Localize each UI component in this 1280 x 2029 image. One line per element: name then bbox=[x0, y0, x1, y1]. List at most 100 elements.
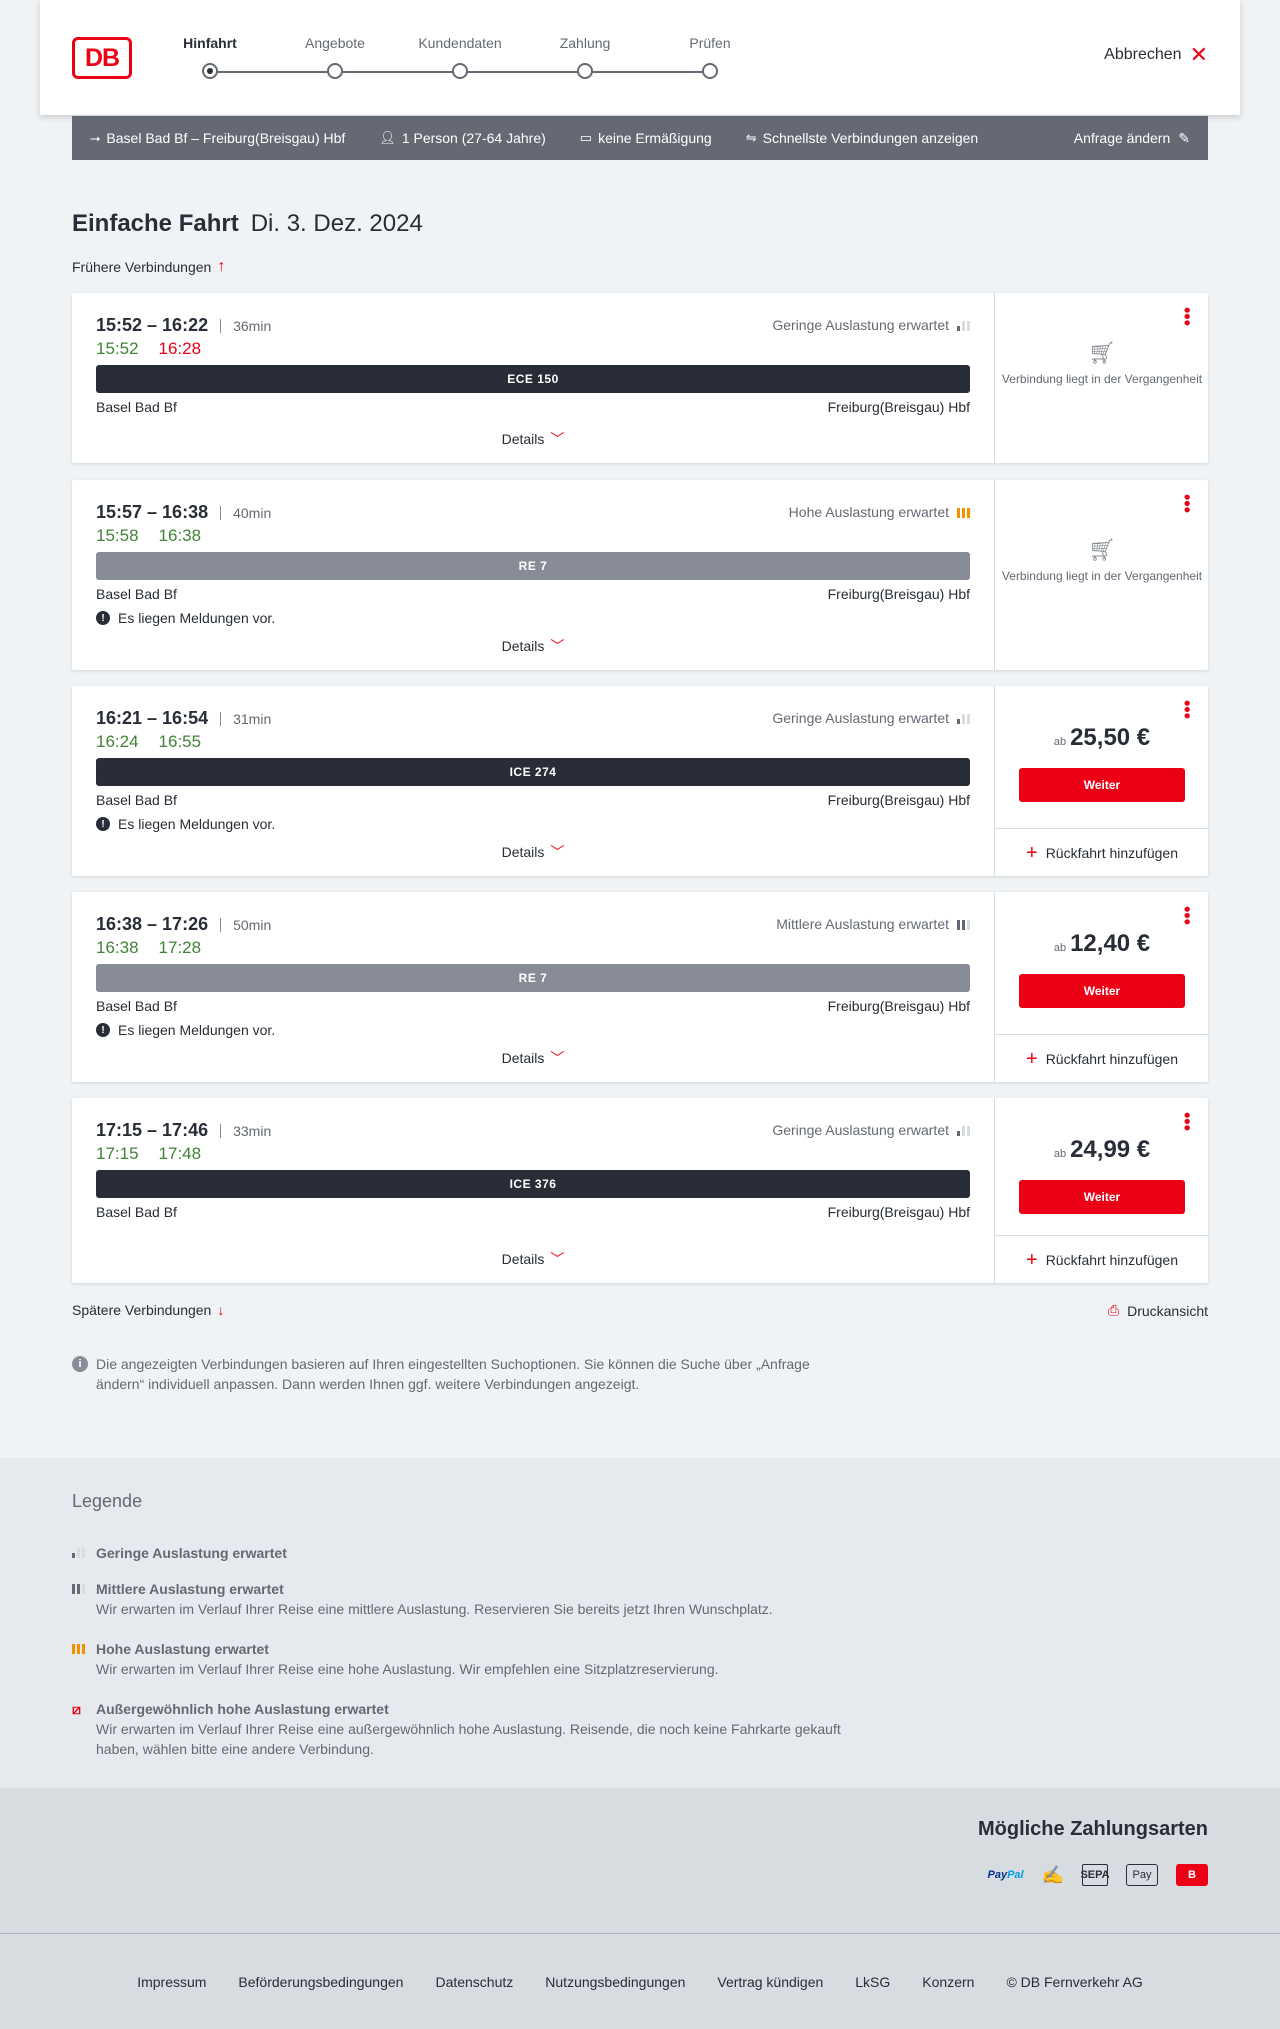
departure-station: Basel Bad Bf bbox=[96, 792, 177, 808]
realtime-times: 17:15 17:48 bbox=[96, 1144, 201, 1164]
header: DB Hinfahrt Angebote Kundendaten Zahlung Prü… bbox=[40, 0, 1240, 115]
trip-type: Einfache Fahrt bbox=[72, 210, 239, 237]
continue-button[interactable]: Weiter bbox=[1019, 768, 1185, 802]
duration: 33min bbox=[220, 1123, 271, 1138]
persons-summary: 👤︎ 1 Person (27-64 Jahre) bbox=[379, 130, 545, 146]
db-logo[interactable]: DB bbox=[72, 37, 132, 79]
add-return-button[interactable]: + Rückfahrt hinzufügen bbox=[995, 1235, 1209, 1283]
details-toggle[interactable]: Details ﹀ bbox=[72, 1048, 994, 1068]
add-return-label: Rückfahrt hinzufügen bbox=[1045, 1050, 1178, 1067]
continue-button[interactable]: Weiter bbox=[1019, 1180, 1185, 1214]
connection-details: 16:21 – 16:54 31min 16:24 16:55 Geringe Au… bbox=[72, 686, 994, 876]
train-bar[interactable]: RE 7 bbox=[96, 964, 970, 992]
legend-item-desc: Wir erwarten im Verlauf Ihrer Reise eine… bbox=[96, 1661, 719, 1677]
connection-details: 15:52 – 16:22 36min 15:52 16:28 Geringe Au… bbox=[72, 293, 994, 463]
past-connection-note: 🛒︎ Verbindung liegt in der Vergangenheit bbox=[995, 539, 1209, 585]
disruption-message: ! Es liegen Meldungen vor. bbox=[96, 610, 275, 626]
details-toggle[interactable]: Details ﹀ bbox=[72, 1249, 994, 1269]
scheduled-times: 15:52 – 16:22 36min bbox=[96, 315, 271, 336]
message-text: Es liegen Meldungen vor. bbox=[118, 610, 276, 626]
search-summary-bar: ⭢ Basel Bad Bf – Freiburg(Breisgau) Hbf 👤… bbox=[72, 116, 1208, 160]
info-icon: i bbox=[72, 1356, 88, 1372]
footer-link[interactable]: Vertrag kündigen bbox=[717, 1974, 823, 1990]
step-3: Zahlung bbox=[525, 35, 645, 79]
alert-icon: ! bbox=[96, 1023, 110, 1037]
disruption-message: ! Es liegen Meldungen vor. bbox=[96, 1022, 275, 1038]
occupancy-text: Mittlere Auslastung erwartet bbox=[776, 916, 949, 932]
legend-item-extreme: ⧄ Außergewöhnlich hohe Auslastung erwarte… bbox=[72, 1699, 852, 1759]
more-options-icon[interactable]: ••• bbox=[1177, 700, 1197, 719]
offer-panel: ••• 🛒︎ Verbindung liegt in der Vergangenh… bbox=[994, 480, 1208, 670]
step-label: Angebote bbox=[305, 35, 365, 51]
stations: Basel Bad Bf Freiburg(Breisgau) Hbf bbox=[96, 1204, 970, 1220]
times-text: 16:38 – 17:26 bbox=[96, 914, 209, 934]
footer-link[interactable]: Beförderungsbedingungen bbox=[238, 1974, 403, 1990]
sepa-icon: SEPA bbox=[1080, 1864, 1110, 1886]
details-label: Details bbox=[501, 1251, 545, 1267]
route-summary: ⭢ Basel Bad Bf – Freiburg(Breisgau) Hbf bbox=[90, 130, 345, 146]
details-toggle[interactable]: Details ﹀ bbox=[72, 429, 994, 449]
scheduled-times: 15:57 – 16:38 40min bbox=[96, 502, 271, 523]
cancel-button[interactable]: Abbrechen ✕ bbox=[1104, 42, 1208, 67]
printer-icon: ⎙ bbox=[1107, 1302, 1120, 1318]
close-icon: ✕ bbox=[1189, 42, 1208, 67]
connection-card: 15:57 – 16:38 40min 15:58 16:38 Hohe Ausla… bbox=[72, 480, 1208, 670]
train-bar[interactable]: ICE 274 bbox=[96, 758, 970, 786]
page: DB Hinfahrt Angebote Kundendaten Zahlung Prü… bbox=[0, 0, 1280, 2029]
price-value: 24,99 € bbox=[1070, 1136, 1151, 1163]
add-return-button[interactable]: + Rückfahrt hinzufügen bbox=[995, 828, 1209, 876]
price-value: 25,50 € bbox=[1070, 724, 1151, 751]
realtime-departure: 15:52 bbox=[96, 339, 139, 358]
realtime-arrival: 16:55 bbox=[158, 732, 202, 751]
details-toggle[interactable]: Details ﹀ bbox=[72, 842, 994, 862]
train-bar[interactable]: ECE 150 bbox=[96, 365, 970, 393]
edit-request-button[interactable]: Anfrage ändern ✎ bbox=[1074, 130, 1190, 147]
details-label: Details bbox=[501, 844, 545, 860]
footer-link[interactable]: Konzern bbox=[922, 1974, 974, 1990]
add-return-button[interactable]: + Rückfahrt hinzufügen bbox=[995, 1034, 1209, 1082]
price: ab 12,40 € bbox=[995, 930, 1209, 958]
later-connections-link[interactable]: Spätere Verbindungen ↓ bbox=[72, 1302, 224, 1318]
footer-link[interactable]: Impressum bbox=[137, 1974, 206, 1990]
connection-card: 16:21 – 16:54 31min 16:24 16:55 Geringe Au… bbox=[72, 686, 1209, 876]
details-label: Details bbox=[501, 1050, 545, 1066]
footer-link[interactable]: Nutzungsbedingungen bbox=[545, 1974, 685, 1990]
chevron-down-icon: ﹀ bbox=[550, 1251, 565, 1267]
plus-icon: + bbox=[1026, 1047, 1038, 1070]
more-options-icon[interactable]: ••• bbox=[1177, 307, 1197, 326]
more-options-icon[interactable]: ••• bbox=[1177, 906, 1197, 925]
payment-title: Mögliche Zahlungsarten bbox=[977, 1818, 1208, 1840]
price: ab 24,99 € bbox=[995, 1136, 1209, 1164]
price: ab 25,50 € bbox=[995, 724, 1209, 752]
connection-card: 16:38 – 17:26 50min 16:38 17:28 Mittlere A… bbox=[72, 892, 1209, 1082]
step-0: Hinfahrt bbox=[150, 35, 270, 79]
footer-link[interactable]: LkSG bbox=[855, 1974, 890, 1990]
step-dot bbox=[452, 63, 468, 79]
print-label: Druckansicht bbox=[1127, 1302, 1208, 1319]
step-1: Angebote bbox=[275, 35, 395, 79]
earlier-connections-link[interactable]: Frühere Verbindungen ↑ bbox=[72, 258, 225, 276]
train-bar[interactable]: RE 7 bbox=[96, 552, 970, 580]
offer-panel: ••• ab 24,99 € Weiter + Rückfahrt hinzufüg… bbox=[994, 1098, 1209, 1283]
add-return-label: Rückfahrt hinzufügen bbox=[1045, 844, 1178, 861]
more-options-icon[interactable]: ••• bbox=[1177, 1112, 1197, 1131]
apple-pay-icon: Pay bbox=[1126, 1864, 1158, 1886]
print-view-link[interactable]: ⎙ Druckansicht bbox=[1108, 1302, 1208, 1319]
realtime-times: 15:58 16:38 bbox=[96, 526, 201, 546]
legend-item-desc: Wir erwarten im Verlauf Ihrer Reise eine… bbox=[96, 1601, 773, 1617]
occupancy-info: Hohe Auslastung erwartet bbox=[789, 504, 970, 520]
footer-link[interactable]: Datenschutz bbox=[435, 1974, 513, 1990]
step-dot bbox=[202, 63, 218, 79]
step-label: Kundendaten bbox=[418, 35, 502, 51]
alert-icon: ! bbox=[96, 817, 110, 831]
details-toggle[interactable]: Details ﹀ bbox=[72, 636, 994, 656]
more-options-icon[interactable]: ••• bbox=[1177, 494, 1197, 513]
train-bar[interactable]: ICE 376 bbox=[96, 1170, 970, 1198]
continue-button[interactable]: Weiter bbox=[1019, 974, 1185, 1008]
connection-card: 15:52 – 16:22 36min 15:52 16:28 Geringe Au… bbox=[72, 293, 1208, 463]
realtime-departure: 16:24 bbox=[96, 732, 139, 751]
arrow-up-icon: ↑ bbox=[217, 258, 226, 275]
legend-item-medium: Mittlere Auslastung erwartet Wir erwarte… bbox=[72, 1579, 773, 1619]
step-2: Kundendaten bbox=[400, 35, 520, 79]
times-text: 16:21 – 16:54 bbox=[96, 708, 209, 728]
